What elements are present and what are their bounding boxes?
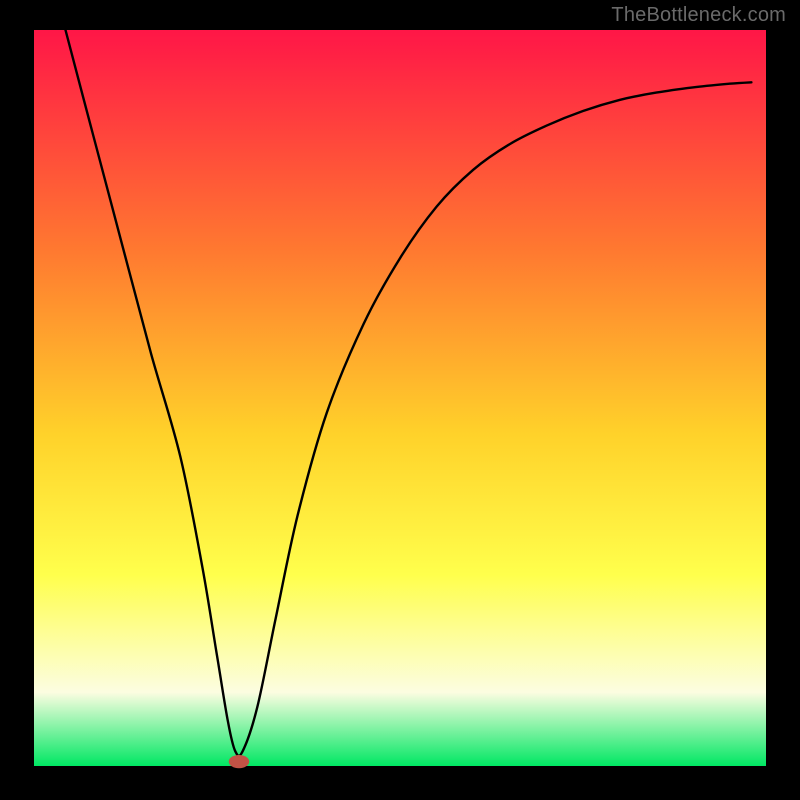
chart-container: TheBottleneck.com — [0, 0, 800, 800]
watermark-text: TheBottleneck.com — [611, 4, 786, 27]
bottleneck-chart — [0, 0, 800, 800]
marker-dot — [229, 755, 249, 768]
plot-background — [34, 30, 766, 766]
